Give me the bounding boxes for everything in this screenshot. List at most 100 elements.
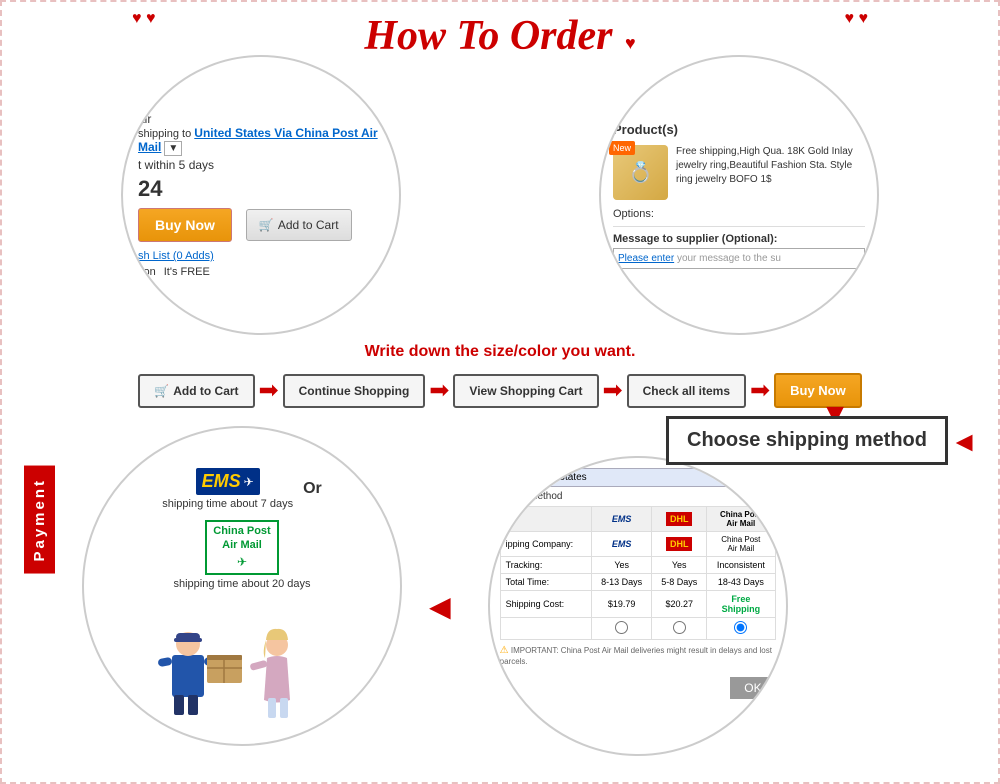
wishlist-row: sh List (0 Adds) <box>138 248 384 262</box>
bottom-section: ▼ ◄ Choose shipping method ▼ Payment <box>2 416 998 766</box>
dropdown-indicator[interactable]: ▼ <box>164 141 182 156</box>
col-header-ems: EMS <box>591 507 651 532</box>
radio-ems-input[interactable] <box>615 621 628 634</box>
china-tracking: Inconsistent <box>707 557 776 574</box>
china-post-logo-box: China PostAir Mail ✈ <box>205 520 278 575</box>
dhl-tracking: Yes <box>652 557 707 574</box>
message-label: Message to supplier (Optional): <box>613 233 865 245</box>
us-bar: 🇺🇸 United States <box>500 468 776 487</box>
radio-label-empty <box>500 618 591 640</box>
shipping-logos-row: EMS ✈ shipping time about 7 days Or Chin… <box>104 468 380 590</box>
tion-row: tion It's FREE <box>138 266 384 278</box>
flag-icon: 🇺🇸 <box>507 472 523 483</box>
col-header-china-post: China PostAir Mail <box>707 507 776 532</box>
dhl-company: DHL <box>652 532 707 557</box>
payment-tab: Payment <box>24 466 55 574</box>
check-items-step[interactable]: Check all items <box>627 374 746 408</box>
china-cost: FreeShipping <box>707 591 776 618</box>
ems-header: EMS <box>612 514 632 524</box>
china-company: China PostAir Mail <box>707 532 776 557</box>
air-label: air <box>138 112 384 126</box>
us-label: United States <box>527 472 587 483</box>
choose-shipping-text: Choose shipping method <box>687 429 927 451</box>
china-time: 18-43 Days <box>707 574 776 591</box>
write-down-section: Write down the size/color you want. <box>2 335 998 365</box>
add-to-cart-step[interactable]: 🛒 Add to Cart <box>138 374 254 408</box>
cost-label: Shipping Cost: <box>500 591 591 618</box>
right-circle-container: Product(s) 💍 New Free shipping,High Qua.… <box>599 55 879 335</box>
left-circle-container: air shipping to United States Via China … <box>121 55 401 335</box>
cart-icon-small: 🛒 <box>259 218 274 232</box>
ems-logo-box: EMS ✈ <box>196 468 260 495</box>
payment-tab-container: Payment <box>24 466 55 574</box>
col-header-dhl: DHL <box>652 507 707 532</box>
choose-shipping-container: ◄ Choose shipping method <box>950 426 978 458</box>
bottom-left-content: EMS ✈ shipping time about 7 days Or Chin… <box>84 428 400 744</box>
shipping-table-content: 🇺🇸 United States ipping Method EMS <box>490 458 786 709</box>
arrow-2: ➡ <box>429 376 449 405</box>
buy-now-button[interactable]: Buy Now <box>138 208 232 242</box>
arrow-4: ➡ <box>750 376 770 405</box>
bottom-left-circle-wrapper: EMS ✈ shipping time about 7 days Or Chin… <box>82 426 402 746</box>
hearts-right-decoration: ♥ ♥ <box>845 10 868 28</box>
shipping-options-table: EMS DHL China PostAir Mail ipping Compan… <box>500 506 776 640</box>
options-text: Options: <box>613 208 865 220</box>
product-image: 💍 New <box>613 145 668 200</box>
arrow-3: ➡ <box>603 376 623 405</box>
arrow-1: ➡ <box>259 376 279 405</box>
price-text: 24 <box>138 176 384 202</box>
dhl-time: 5-8 Days <box>652 574 707 591</box>
ok-button-container: OK <box>500 671 776 699</box>
ems-shipping-time: shipping time about 7 days <box>162 498 293 510</box>
arrow-middle-left: ◄ <box>422 586 458 628</box>
left-circle-content: air shipping to United States Via China … <box>123 97 399 293</box>
bottom-left-circle: EMS ✈ shipping time about 7 days Or Chin… <box>82 426 402 746</box>
dhl-cost: $20.27 <box>652 591 707 618</box>
products-header: Product(s) <box>613 122 865 137</box>
time-label: Total Time: <box>500 574 591 591</box>
page-title: How To Order <box>364 13 612 59</box>
continue-shopping-step[interactable]: Continue Shopping <box>283 374 426 408</box>
new-badge: New <box>609 141 635 155</box>
ems-logo-container: EMS ✈ shipping time about 7 days <box>162 468 293 510</box>
company-label: ipping Company: <box>500 532 591 557</box>
ems-text: EMS <box>202 471 241 492</box>
hearts-left-decoration: ♥ ♥ <box>132 10 155 28</box>
china-post-shipping-time: shipping time about 20 days <box>174 578 311 590</box>
ems-tracking: Yes <box>591 557 651 574</box>
ok-button[interactable]: OK <box>730 677 775 699</box>
title-heart-decoration: ♥ <box>625 33 636 53</box>
important-icon: ⚠ <box>500 645 509 656</box>
top-row: air shipping to United States Via China … <box>2 55 998 335</box>
delivery-illustration <box>152 600 332 730</box>
ems-time: 8-13 Days <box>591 574 651 591</box>
radio-ems[interactable] <box>591 618 651 640</box>
radio-china-input[interactable] <box>734 621 747 634</box>
product-description: Free shipping,High Qua. 18K Gold Inlay j… <box>676 145 865 200</box>
within-days-text: t within 5 days <box>138 158 384 172</box>
radio-dhl[interactable] <box>652 618 707 640</box>
shipping-method-label: ipping Method <box>500 491 776 502</box>
shipping-label: shipping to United States Via China Post… <box>138 126 384 154</box>
free-shipping-text: FreeShipping <box>722 594 761 614</box>
or-text: Or <box>303 480 322 498</box>
free-label: It's FREE <box>164 266 210 278</box>
right-circle-content: Product(s) 💍 New Free shipping,High Qua.… <box>601 110 877 281</box>
right-circle: Product(s) 💍 New Free shipping,High Qua.… <box>599 55 879 335</box>
ems-cost: $19.79 <box>591 591 651 618</box>
radio-dhl-input[interactable] <box>673 621 686 634</box>
arrow-pointing-left: ◄ <box>422 586 458 628</box>
view-cart-step[interactable]: View Shopping Cart <box>453 374 598 408</box>
message-input-placeholder: Please enter your message to the su <box>613 248 865 269</box>
bottom-right-circle-wrapper: 🇺🇸 United States ipping Method EMS <box>488 456 788 756</box>
radio-china[interactable] <box>707 618 776 640</box>
page-container: ♥ ♥ ♥ ♥ How To Order ♥ air shipping to U… <box>0 0 1000 784</box>
wishlist-link[interactable]: sh List (0 Adds) <box>138 250 214 262</box>
bottom-right-circle: 🇺🇸 United States ipping Method EMS <box>488 456 788 756</box>
china-post-logo-container: China PostAir Mail ✈ shipping time about… <box>174 520 311 590</box>
tracking-label: Tracking: <box>500 557 591 574</box>
china-post-text: China PostAir Mail <box>213 524 270 553</box>
write-down-text: Write down the size/color you want. <box>365 343 636 360</box>
action-buttons-row: Buy Now 🛒 Add to Cart <box>138 208 384 242</box>
add-to-cart-button-circle[interactable]: 🛒 Add to Cart <box>246 209 352 241</box>
